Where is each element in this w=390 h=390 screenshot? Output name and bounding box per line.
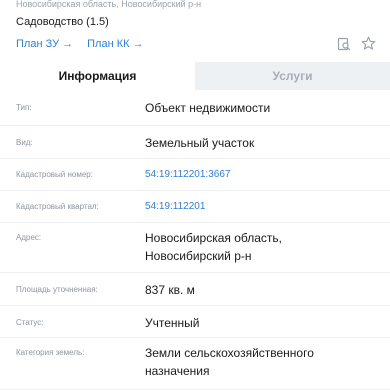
row-label: Статус:	[16, 318, 44, 327]
header-actions	[337, 36, 376, 51]
row-label: Кадастровый номер:	[16, 170, 93, 179]
plan-zu-link[interactable]: План ЗУ →	[16, 38, 73, 50]
info-list: Тип: Объект недвижимости Вид: Земельный …	[0, 90, 390, 390]
row-value: Земли сельскохозяйственного назначения	[145, 346, 314, 378]
row-area: Площадь уточненная: 837 кв. м	[0, 273, 390, 306]
row-value: Новосибирская область, Новосибирский р-н	[145, 231, 282, 263]
row-label: Категория земель:	[16, 348, 85, 357]
row-value: Учтенный	[145, 316, 200, 330]
row-value: Объект недвижимости	[145, 101, 271, 115]
plan-links: План ЗУ → План КК →	[16, 38, 144, 50]
row-cadastral-quarter: Кадастровый квартал: 54:19:112201	[0, 191, 390, 223]
cadastral-quarter-link[interactable]: 54:19:112201	[145, 198, 375, 216]
row-label: Вид:	[16, 138, 33, 147]
row-kind: Вид: Земельный участок	[0, 126, 390, 159]
star-icon[interactable]	[361, 36, 376, 51]
row-status: Статус: Учтенный	[0, 306, 390, 338]
row-address: Адрес: Новосибирская область, Новосибирс…	[0, 223, 390, 273]
row-label: Площадь уточненная:	[16, 285, 98, 294]
row-type: Тип: Объект недвижимости	[0, 90, 390, 126]
row-land-category: Категория земель: Земли сельскохозяйстве…	[0, 338, 390, 390]
tab-bar: Информация Услуги	[0, 62, 390, 90]
plan-kk-link[interactable]: План КК →	[87, 38, 143, 50]
object-header: Новосибирская область, Новосибирский р-н…	[0, 0, 390, 62]
tab-information[interactable]: Информация	[0, 62, 195, 90]
row-value: Земельный участок	[145, 136, 255, 150]
header-address: Новосибирская область, Новосибирский р-н	[16, 0, 202, 9]
row-cadastral-number: Кадастровый номер: 54:19:112201:3667	[0, 159, 390, 191]
row-label: Тип:	[16, 103, 32, 112]
row-label: Адрес:	[16, 233, 42, 242]
cadastral-number-link[interactable]: 54:19:112201:3667	[145, 166, 375, 184]
tab-services[interactable]: Услуги	[195, 62, 390, 90]
row-label: Кадастровый квартал:	[16, 202, 99, 211]
land-use-type: Садоводство (1.5)	[16, 16, 109, 28]
row-value: 837 кв. м	[145, 283, 195, 297]
search-document-icon[interactable]	[337, 37, 351, 51]
